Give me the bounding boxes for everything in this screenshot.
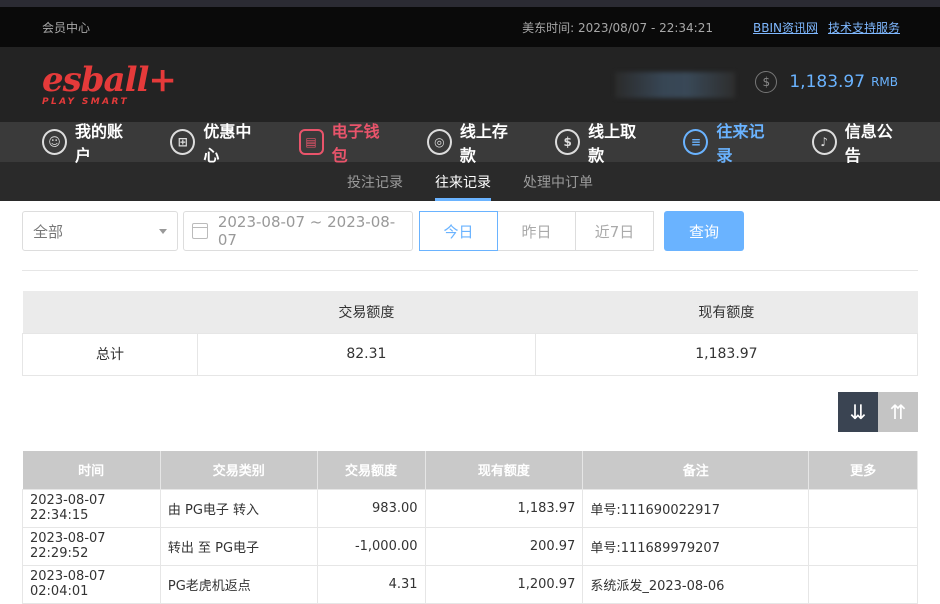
table-cell: 单号:111690022917 xyxy=(582,488,810,528)
sub-nav: 投注记录 往来记录 处理中订单 xyxy=(0,162,940,201)
quick-date-group: 今日 昨日 近7日 xyxy=(419,211,654,251)
sort-buttons: ⇊ ⇈ xyxy=(838,392,918,432)
nav-item-2[interactable]: ▤ 电子钱包 xyxy=(298,118,393,166)
nav-item-4[interactable]: $ 线上取款 xyxy=(555,118,649,166)
table-row[interactable]: 2023-08-07 22:29:52 转出 至 PG电子 -1,000.00 200… xyxy=(22,526,918,566)
records-header-row: 时间 交易类别 交易额度 现有额度 备注 更多 xyxy=(22,451,918,489)
withdraw-icon: $ xyxy=(555,129,581,155)
support-link[interactable]: 技术支持服务 xyxy=(828,19,900,36)
main-nav: ☺ 我的账户 ⊞ 优惠中心 ▤ 电子钱包 ◎ 线上存款 $ 线上取款 ≡ 往来记录 ♪ 信息公告 xyxy=(0,122,940,165)
summary-total-balance: 1,183.97 xyxy=(534,332,919,376)
table-cell: 单号:111689979207 xyxy=(582,526,810,566)
header: esball+ PLAY SMART $ 1,183.97 RMB xyxy=(0,47,940,122)
eastern-time: 美东时间: 2023/08/07 - 22:34:21 xyxy=(522,20,713,35)
date-range-input[interactable]: 2023-08-07 ~ 2023-08-07 xyxy=(183,211,413,251)
wallet-icon: ▤ xyxy=(298,129,324,155)
table-row[interactable]: 2023-08-07 22:34:15 由 PG电子 转入 983.00 1,183.… xyxy=(22,488,918,528)
column-header[interactable]: 备注 xyxy=(582,451,810,489)
column-header[interactable]: 更多 xyxy=(808,451,918,489)
balance-currency: RMB xyxy=(871,75,898,89)
top-strip xyxy=(0,0,940,7)
summary-total-row: 总计 82.31 1,183.97 xyxy=(22,332,919,376)
user-icon: ☺ xyxy=(42,129,68,155)
member-center-label: 会员中心 xyxy=(42,20,91,35)
column-header[interactable]: 现有额度 xyxy=(425,451,584,489)
table-cell: 200.97 xyxy=(424,526,584,566)
divider xyxy=(22,270,918,271)
table-cell: 由 PG电子 转入 xyxy=(159,488,318,528)
table-cell xyxy=(808,526,918,566)
blurred-username xyxy=(615,72,735,98)
sort-desc-icon[interactable]: ⇊ xyxy=(838,392,878,432)
today-button[interactable]: 今日 xyxy=(419,211,498,251)
balance-amount: 1,183.97 xyxy=(789,72,866,92)
table-cell: 1,183.97 xyxy=(424,488,584,528)
search-button[interactable]: 查询 xyxy=(664,211,744,251)
nav-item-5[interactable]: ≡ 往来记录 xyxy=(683,118,777,166)
summary-header-balance: 现有额度 xyxy=(535,291,918,333)
nav-item-3[interactable]: ◎ 线上存款 xyxy=(426,118,521,166)
table-row[interactable]: 2023-08-07 02:04:01 PG老虎机返点 4.31 1,200.97 系统… xyxy=(22,564,918,604)
table-cell: 转出 至 PG电子 xyxy=(159,526,318,566)
summary-total-amount: 82.31 xyxy=(196,332,536,376)
records-icon: ≡ xyxy=(683,129,709,155)
yesterday-button[interactable]: 昨日 xyxy=(497,211,576,251)
nav-item-label: 线上存款 xyxy=(459,122,508,165)
nav-item-label: 电子钱包 xyxy=(331,122,380,165)
column-header[interactable]: 交易额度 xyxy=(317,451,426,489)
table-cell: 4.31 xyxy=(316,564,426,604)
table-cell: 2023-08-07 22:29:52 xyxy=(22,526,161,566)
subtab-2[interactable]: 处理中订单 xyxy=(523,162,593,201)
table-cell: PG老虎机返点 xyxy=(159,564,318,604)
deposit-icon: ◎ xyxy=(426,129,452,155)
balance-display: $ 1,183.97 RMB xyxy=(755,71,898,93)
nav-item-label: 往来记录 xyxy=(716,122,765,165)
last-7-days-button[interactable]: 近7日 xyxy=(575,211,654,251)
table-cell: 2023-08-07 22:34:15 xyxy=(22,488,161,528)
summary-total-label: 总计 xyxy=(22,332,198,376)
esball-logo[interactable]: esball+ PLAY SMART xyxy=(42,63,177,107)
coin-icon: $ xyxy=(755,71,778,93)
table-cell xyxy=(808,564,918,604)
sort-asc-icon[interactable]: ⇈ xyxy=(878,392,918,432)
nav-item-label: 优惠中心 xyxy=(203,122,252,165)
chevron-down-icon xyxy=(159,228,167,234)
column-header[interactable]: 交易类别 xyxy=(160,451,318,489)
table-cell: 系统派发_2023-08-06 xyxy=(582,564,810,604)
nav-item-label: 线上取款 xyxy=(588,122,637,165)
nav-item-1[interactable]: ⊞ 优惠中心 xyxy=(170,118,264,166)
summary-table: 交易额度 现有额度 总计 82.31 1,183.97 xyxy=(22,291,919,376)
filter-bar: 全部 2023-08-07 ~ 2023-08-07 今日 昨日 近7日 查询 xyxy=(22,211,744,251)
nav-item-label: 我的账户 xyxy=(75,122,124,165)
top-bar: 会员中心 美东时间: 2023/08/07 - 22:34:21 BBIN资讯网… xyxy=(0,7,940,47)
nav-item-label: 信息公告 xyxy=(844,122,893,165)
table-cell: 2023-08-07 02:04:01 xyxy=(22,564,161,604)
bell-icon: ♪ xyxy=(811,129,837,155)
subtab-1[interactable]: 往来记录 xyxy=(435,162,491,201)
bbin-news-link[interactable]: BBIN资讯网 xyxy=(753,19,818,36)
records-table: 时间 交易类别 交易额度 现有额度 备注 更多 2023-08-07 22:34:15 由 … xyxy=(22,451,918,604)
table-cell: 983.00 xyxy=(316,488,426,528)
table-cell: -1,000.00 xyxy=(316,526,426,566)
summary-header-row: 交易额度 现有额度 xyxy=(22,291,918,333)
type-select[interactable]: 全部 xyxy=(22,211,178,251)
column-header[interactable]: 时间 xyxy=(22,451,161,489)
nav-item-6[interactable]: ♪ 信息公告 xyxy=(811,118,906,166)
table-cell xyxy=(808,488,918,528)
calendar-icon xyxy=(192,223,208,239)
summary-header-amount: 交易额度 xyxy=(197,291,536,333)
gift-icon: ⊞ xyxy=(170,129,196,155)
subtab-0[interactable]: 投注记录 xyxy=(347,162,403,201)
table-cell: 1,200.97 xyxy=(424,564,584,604)
nav-item-0[interactable]: ☺ 我的账户 xyxy=(42,118,136,166)
